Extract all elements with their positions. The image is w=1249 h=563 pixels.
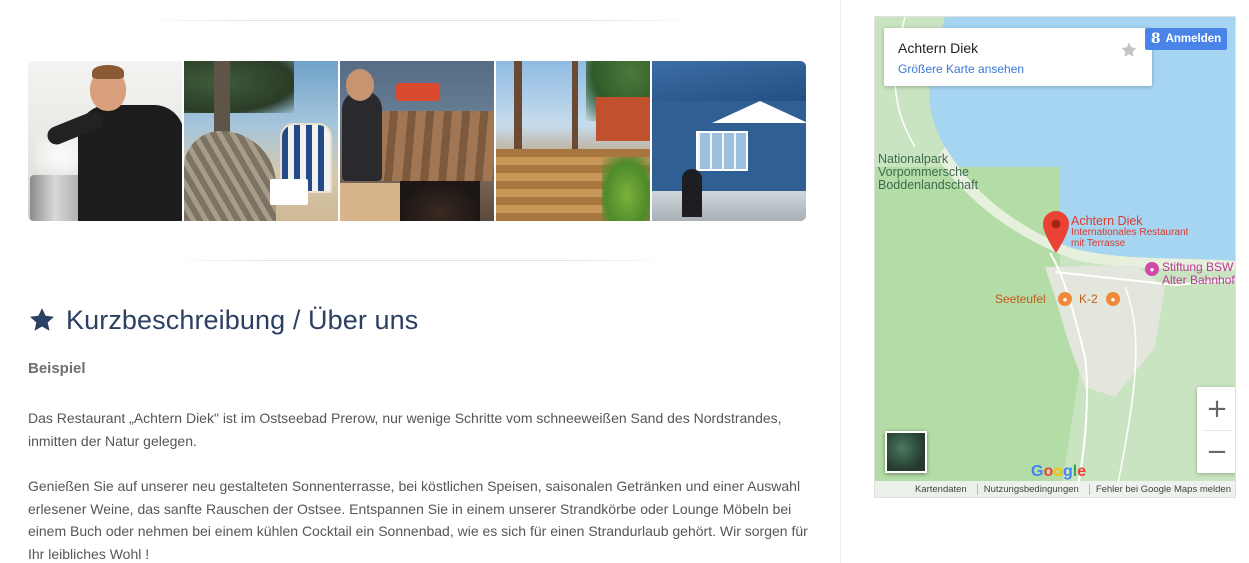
google-plus-icon: 8	[1150, 31, 1161, 47]
zoom-out-button[interactable]: −	[1197, 430, 1235, 473]
building-photo[interactable]	[652, 61, 806, 221]
label-marker-sub: Internationales Restaurant mit Terrasse	[1071, 227, 1189, 249]
satellite-toggle-thumbnail[interactable]	[885, 431, 927, 473]
google-logo: Google	[1031, 463, 1087, 480]
place-title: Achtern Diek	[898, 40, 979, 56]
sidebar: Nationalpark Vorpommersche Boddenlandsch…	[840, 0, 1249, 563]
terms-link[interactable]: Nutzungsbedingungen	[976, 483, 1079, 495]
section-heading: Kurzbeschreibung / Über uns	[28, 300, 418, 340]
signin-button[interactable]: 8 Anmelden	[1145, 28, 1227, 50]
restaurant-icon[interactable]: ●	[1106, 292, 1120, 306]
main-content: Kurzbeschreibung / Über uns Beispiel Das…	[0, 0, 840, 563]
intro-paragraph: Das Restaurant „Achtern Diek" ist im Ost…	[28, 410, 782, 449]
subheading: Beispiel	[28, 360, 86, 377]
google-map[interactable]: Nationalpark Vorpommersche Boddenlandsch…	[874, 16, 1236, 498]
description-paragraph: Genießen Sie auf unserer neu gestalteten…	[28, 478, 808, 562]
zoom-control: + −	[1197, 387, 1235, 473]
map-pin-icon[interactable]	[1043, 211, 1069, 253]
label-seeteufel: Seeteufel	[995, 292, 1046, 306]
label-k2: K-2	[1079, 292, 1098, 306]
map-data-link[interactable]: Kartendaten	[915, 484, 967, 495]
label-stiftung: Stiftung BSW Alter Bahnhof	[1162, 260, 1235, 287]
larger-map-link[interactable]: Größere Karte ansehen	[898, 62, 1024, 76]
save-star-icon[interactable]	[1120, 41, 1138, 59]
top-divider	[140, 20, 700, 21]
star-icon	[29, 308, 55, 331]
map-footer: Kartendaten Nutzungsbedingungen Fehler b…	[875, 481, 1235, 497]
poi-icon[interactable]: ●	[1145, 262, 1159, 276]
beach-chair-photo[interactable]	[184, 61, 338, 221]
chef-photo[interactable]	[28, 61, 182, 221]
label-national-park: Nationalpark Vorpommersche Boddenlandsch…	[878, 152, 979, 192]
map-base	[875, 17, 1235, 497]
report-error-link[interactable]: Fehler bei Google Maps melden	[1088, 483, 1231, 495]
photo-gallery	[28, 61, 806, 221]
grill-photo[interactable]	[340, 61, 494, 221]
middle-divider	[170, 260, 670, 261]
section-title: Kurzbeschreibung / Über uns	[66, 304, 419, 335]
terrace-photo[interactable]	[496, 61, 650, 221]
label-marker-name: Achtern Diek	[1071, 214, 1143, 228]
signin-label: Anmelden	[1165, 33, 1222, 45]
restaurant-icon[interactable]: ●	[1058, 292, 1072, 306]
place-info-card: Achtern Diek Größere Karte ansehen	[884, 28, 1152, 86]
zoom-in-button[interactable]: +	[1197, 387, 1235, 430]
